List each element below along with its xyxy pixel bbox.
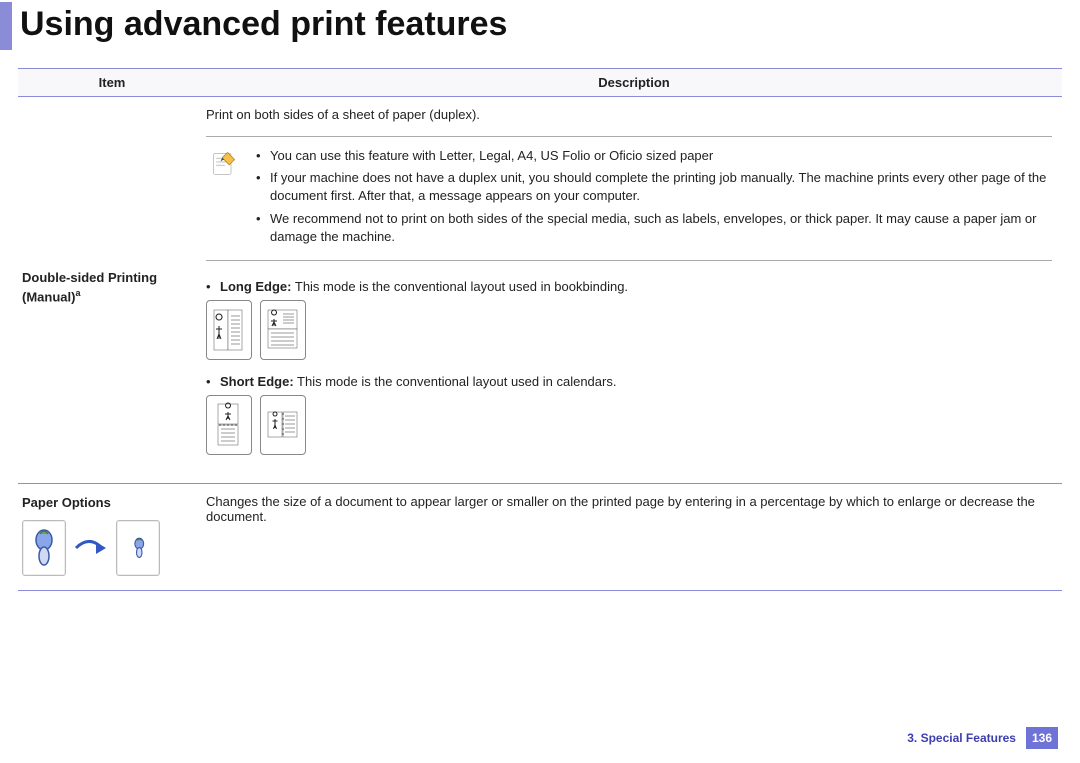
mode-long-edge: Long Edge: This mode is the conventional… [206,279,1052,294]
duplex-note-item: If your machine does not have a duplex u… [256,169,1052,205]
mode-long-edge-text: This mode is the conventional layout use… [292,279,629,294]
page-footer: 3. Special Features 136 [907,727,1058,749]
item-name-paper: Paper Options [22,494,111,512]
row-paper-options: Paper Options [18,484,1062,591]
long-edge-book-variant-icon [206,300,252,360]
footer-chapter-label: 3. Special Features [907,731,1016,745]
item-name-duplex-line2: (Manual) [22,290,75,305]
duplex-intro-text: Print on both sides of a sheet of paper … [206,107,1052,122]
row-double-sided-printing: Double-sided Printing (Manual)a Print on… [18,97,1062,484]
mode-short-edge: Short Edge: This mode is the conventiona… [206,374,1052,389]
title-bar: Using advanced print features [0,0,1080,50]
arrow-right-icon [74,538,108,558]
footer-page-number: 136 [1026,727,1058,749]
short-edge-calendar-variant-icon [206,395,252,455]
item-cell-duplex: Double-sided Printing (Manual)a [18,107,206,469]
note-icon [206,147,238,250]
duplex-note-item: We recommend not to print on both sides … [256,210,1052,246]
title-accent-bar [0,2,12,50]
item-name-duplex-sup: a [75,288,80,298]
mode-short-edge-label: Short Edge: [220,374,294,389]
duplex-note-callout: You can use this feature with Letter, Le… [206,136,1052,261]
column-header-item: Item [18,69,206,96]
item-name-duplex-line1: Double-sided Printing [22,270,157,285]
long-edge-book-variant-icon [260,300,306,360]
short-edge-calendar-variant-icon [260,395,306,455]
paper-options-scale-illustration [22,520,160,576]
mode-long-edge-illustration [206,300,1052,360]
column-header-description: Description [206,69,1062,96]
desc-cell-paper: Changes the size of a document to appear… [206,494,1062,576]
mode-short-edge-illustration [206,395,1052,455]
table-header-row: Item Description [18,68,1062,97]
page-title: Using advanced print features [20,2,507,50]
paper-large-icon [22,520,66,576]
paper-small-icon [116,520,160,576]
item-cell-paper: Paper Options [18,494,206,576]
mode-long-edge-label: Long Edge: [220,279,292,294]
mode-short-edge-text: This mode is the conventional layout use… [294,374,617,389]
paper-options-description: Changes the size of a document to appear… [206,494,1052,524]
duplex-note-item: You can use this feature with Letter, Le… [256,147,1052,165]
desc-cell-duplex: Print on both sides of a sheet of paper … [206,107,1062,469]
duplex-note-list: You can use this feature with Letter, Le… [256,147,1052,250]
